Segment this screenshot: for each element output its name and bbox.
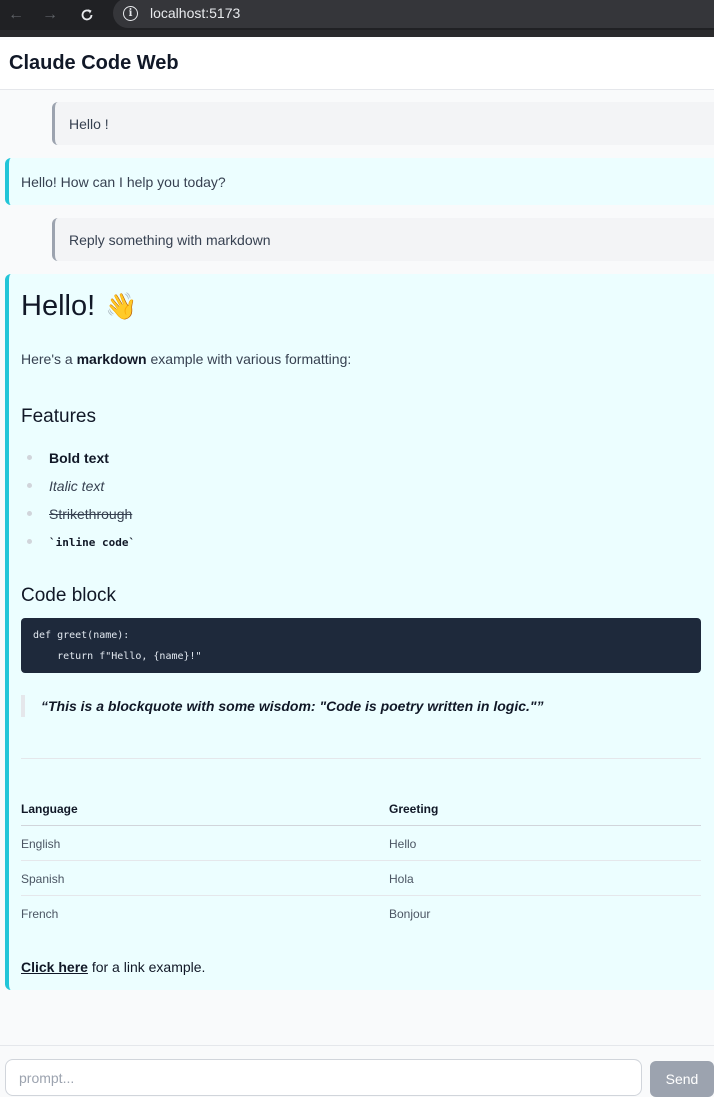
list-bullet <box>27 455 32 460</box>
code-block: def greet(name): return f"Hello, {name}!… <box>21 618 701 673</box>
list-item-bold: Bold text <box>49 450 109 466</box>
table-header-cell: Language <box>21 802 78 816</box>
horizontal-rule <box>21 758 701 759</box>
features-heading: Features <box>21 406 96 427</box>
browser-bottom-strip <box>0 30 714 37</box>
prompt-input[interactable] <box>5 1059 642 1096</box>
paragraph-text: Here's a <box>21 351 77 367</box>
reload-icon[interactable] <box>77 0 97 30</box>
user-message: Reply something with markdown <box>52 218 714 261</box>
heading-text: Hello! <box>21 290 96 322</box>
waving-hand-icon: 👋 <box>105 291 138 321</box>
user-message-text: Hello ! <box>69 115 109 132</box>
click-here-link[interactable]: Click here <box>21 959 88 975</box>
app-header: Claude Code Web <box>0 37 714 90</box>
table-header-cell: Greeting <box>389 802 439 816</box>
table-cell: French <box>21 907 59 921</box>
table-row-divider <box>21 860 701 861</box>
table-row-divider <box>21 895 701 896</box>
url-text: localhost:5173 <box>150 5 241 21</box>
assistant-message: Hello! How can I help you today? <box>5 158 714 205</box>
table-header-divider <box>21 825 701 826</box>
table-cell: Bonjour <box>389 907 431 921</box>
list-bullet <box>27 511 32 516</box>
paragraph-bold: markdown <box>76 351 147 367</box>
markdown-paragraph: Here's a markdown example with various f… <box>21 351 351 367</box>
table-cell: Hola <box>389 872 414 886</box>
app-title: Claude Code Web <box>9 51 179 74</box>
list-item-strikethrough: Strikethrough <box>49 506 133 522</box>
markdown-heading-1: Hello! 👋 <box>21 288 138 324</box>
link-paragraph-text: for a link example. <box>87 959 206 975</box>
list-item-italic: Italic text <box>49 478 105 494</box>
prompt-bar: Send <box>0 1045 714 1097</box>
back-arrow-icon[interactable]: ← <box>6 0 26 30</box>
table-cell: Hello <box>389 837 417 851</box>
list-bullet <box>27 539 32 544</box>
blockquote: “This is a blockquote with some wisdom: … <box>21 695 701 717</box>
send-button[interactable]: Send <box>650 1061 714 1097</box>
list-bullet <box>27 483 32 488</box>
browser-toolbar: ← → i localhost:5173 <box>0 0 714 30</box>
user-message-text: Reply something with markdown <box>69 231 271 248</box>
code-line: def greet(name): <box>33 630 130 641</box>
code-block-heading: Code block <box>21 585 117 606</box>
assistant-markdown-message: Hello! 👋 Here's a markdown example with v… <box>5 274 714 990</box>
address-bar[interactable]: i localhost:5173 <box>113 0 714 28</box>
table-cell: English <box>21 837 61 851</box>
code-line: return f"Hello, {name}!" <box>33 651 202 662</box>
paragraph-text: example with various formatting: <box>146 351 352 367</box>
site-info-icon[interactable]: i <box>123 5 138 21</box>
link-paragraph: Click here for a link example. <box>21 959 205 975</box>
table-cell: Spanish <box>21 872 65 886</box>
forward-arrow-icon[interactable]: → <box>40 0 60 30</box>
assistant-message-text: Hello! How can I help you today? <box>21 173 226 190</box>
list-item-inline-code: `inline code` <box>49 536 136 549</box>
user-message: Hello ! <box>52 102 714 145</box>
